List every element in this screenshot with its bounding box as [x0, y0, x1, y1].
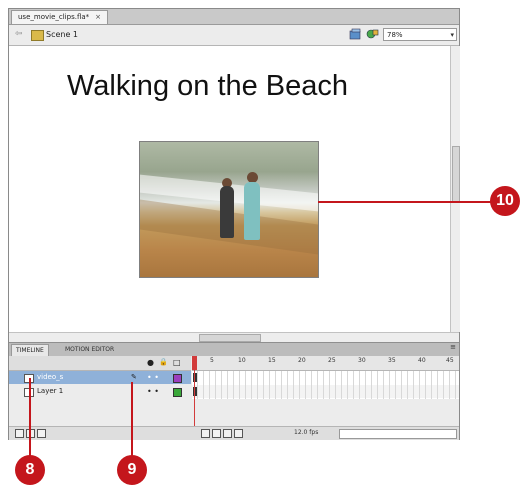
horizontal-scroll-thumb[interactable] — [199, 334, 261, 342]
callout-badge-9: 9 — [117, 455, 147, 485]
scene-icon — [31, 30, 44, 41]
center-frame-icon[interactable] — [201, 429, 210, 438]
frame-tick: 20 — [298, 357, 306, 364]
close-icon[interactable]: × — [95, 13, 101, 21]
delete-layer-icon[interactable] — [37, 429, 46, 438]
layer-header: ● 🔒 □ — [9, 356, 191, 371]
chevron-down-icon: ▾ — [450, 31, 454, 39]
stage-horizontal-scrollbar[interactable] — [9, 332, 459, 342]
callout-line-10 — [318, 201, 497, 203]
scene-label[interactable]: Scene 1 — [46, 28, 78, 42]
frame-tick: 15 — [268, 357, 276, 364]
playhead-line — [194, 370, 195, 428]
frame-tick: 10 — [238, 357, 246, 364]
frame-ruler[interactable]: 5 10 15 20 25 30 35 40 45 — [192, 356, 459, 371]
layer-row-video[interactable]: video_s ✎ • • — [9, 371, 191, 384]
lock-icon[interactable]: 🔒 — [159, 358, 168, 366]
vertical-scroll-thumb[interactable] — [452, 146, 460, 203]
edit-multiple-frames-icon[interactable] — [234, 429, 243, 438]
flash-window: use_movie_clips.fla* × ⇦ Scene 1 78% ▾ Wa… — [8, 8, 460, 440]
callout-badge-10: 10 — [490, 186, 520, 216]
layer-color-swatch[interactable] — [173, 374, 182, 383]
back-arrow-icon[interactable]: ⇦ — [15, 29, 23, 39]
onion-skin-icon[interactable] — [212, 429, 221, 438]
timeline-footer: 12.0 fps — [9, 426, 459, 440]
visibility-dots[interactable]: • • — [147, 371, 159, 384]
stage-vertical-scrollbar[interactable] — [450, 46, 460, 332]
tab-timeline[interactable]: TIMELINE — [11, 344, 49, 356]
layer-name[interactable]: Layer 1 — [37, 385, 63, 398]
frame-tick: 40 — [418, 357, 426, 364]
frame-tick: 35 — [388, 357, 396, 364]
visibility-dots[interactable]: • • — [147, 385, 159, 398]
panel-menu-icon[interactable]: ≡ — [450, 343, 456, 351]
callout-line-9 — [131, 382, 133, 458]
edit-symbol-icon[interactable] — [366, 28, 379, 40]
timeline-scrollbar[interactable] — [339, 429, 457, 439]
beach-photo[interactable] — [139, 141, 319, 278]
frames-row[interactable] — [192, 385, 459, 398]
onion-outline-icon[interactable] — [223, 429, 232, 438]
stage[interactable]: Walking on the Beach — [9, 46, 450, 332]
frame-tick: 45 — [446, 357, 454, 364]
woman-figure — [220, 186, 234, 238]
timeline-panel: ● 🔒 □ 5 10 15 20 25 30 35 40 45 video_s … — [9, 356, 459, 440]
eye-icon[interactable]: ● — [147, 358, 154, 367]
layer-name[interactable]: video_s — [37, 371, 63, 384]
edit-scene-icon[interactable] — [349, 28, 362, 40]
document-tab-label: use_movie_clips.fla* — [18, 13, 90, 21]
tab-motion-editor[interactable]: MOTION EDITOR — [61, 344, 118, 355]
man-figure — [244, 182, 260, 240]
layer-row-layer1[interactable]: Layer 1 • • — [9, 385, 191, 398]
playhead[interactable] — [192, 356, 197, 370]
zoom-value: 78% — [387, 31, 403, 39]
frame-tick: 30 — [358, 357, 366, 364]
callout-line-8 — [29, 378, 31, 458]
stage-title-text[interactable]: Walking on the Beach — [67, 70, 407, 103]
zoom-select[interactable]: 78% ▾ — [383, 28, 457, 41]
frame-tick: 5 — [210, 357, 214, 364]
document-tab-bar: use_movie_clips.fla* × — [9, 9, 459, 25]
new-layer-icon[interactable] — [15, 429, 24, 438]
frame-rate-readout: 12.0 fps — [294, 429, 319, 436]
edit-bar: ⇦ Scene 1 78% ▾ — [9, 25, 459, 46]
callout-badge-8: 8 — [15, 455, 45, 485]
layer-color-swatch[interactable] — [173, 388, 182, 397]
frame-tick: 25 — [328, 357, 336, 364]
document-tab[interactable]: use_movie_clips.fla* × — [11, 10, 109, 24]
outline-icon[interactable]: □ — [173, 358, 181, 367]
panel-tab-bar: TIMELINE MOTION EDITOR ≡ — [9, 342, 459, 357]
